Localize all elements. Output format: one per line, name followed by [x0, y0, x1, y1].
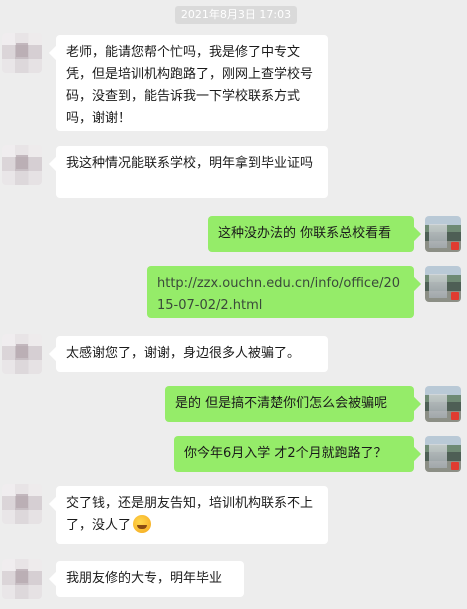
my-avatar[interactable] — [425, 266, 461, 302]
message-text: 我朋友修的大专，明年毕业 — [66, 571, 223, 586]
message-bubble-outgoing[interactable]: 是的 但是搞不清楚你们怎么会被骗呢 — [165, 386, 414, 422]
message-text: 太感谢您了，谢谢，身边很多人被骗了。 — [66, 346, 301, 361]
contact-avatar[interactable] — [2, 559, 42, 599]
message-text: 我这种情况能联系学校，明年拿到毕业证吗 — [66, 156, 314, 171]
message-text: 这种没办法的 你联系总校看看 — [218, 226, 392, 241]
contact-avatar[interactable] — [2, 334, 42, 374]
contact-avatar[interactable] — [2, 484, 42, 524]
timestamp-label: 2021年8月3日 17:03 — [175, 6, 297, 24]
message-text: 老师，能请您帮个忙吗，我是修了中专文凭，但是培训机构跑路了，刚网上查学校号码，没… — [66, 45, 314, 126]
message-bubble-outgoing[interactable]: 这种没办法的 你联系总校看看 — [208, 216, 414, 252]
message-text: 交了钱，还是朋友告知，培训机构联系不上了，没人了 — [66, 496, 314, 533]
message-bubble-incoming[interactable]: 老师，能请您帮个忙吗，我是修了中专文凭，但是培训机构跑路了，刚网上查学校号码，没… — [56, 35, 328, 131]
chat-window: 2021年8月3日 17:03 老师，能请您帮个忙吗，我是修了中专文凭，但是培训… — [0, 0, 467, 609]
facepalm-emoji-icon — [133, 515, 152, 533]
message-bubble-outgoing[interactable]: 你今年6月入学 才2个月就跑路了？ — [174, 436, 414, 472]
contact-avatar[interactable] — [2, 33, 42, 73]
my-avatar[interactable] — [425, 216, 461, 252]
message-bubble-outgoing[interactable]: http://zzx.ouchn.edu.cn/info/office/2015… — [147, 266, 414, 318]
message-bubble-incoming[interactable]: 交了钱，还是朋友告知，培训机构联系不上了，没人了 — [56, 486, 328, 544]
my-avatar[interactable] — [425, 386, 461, 422]
message-link[interactable]: http://zzx.ouchn.edu.cn/info/office/2015… — [157, 276, 400, 313]
message-text: 你今年6月入学 才2个月就跑路了？ — [184, 446, 387, 461]
my-avatar[interactable] — [425, 436, 461, 472]
message-bubble-incoming[interactable]: 太感谢您了，谢谢，身边很多人被骗了。 — [56, 336, 328, 372]
message-text: 是的 但是搞不清楚你们怎么会被骗呢 — [175, 396, 388, 411]
contact-avatar[interactable] — [2, 145, 42, 185]
message-bubble-incoming[interactable]: 我这种情况能联系学校，明年拿到毕业证吗 — [56, 146, 328, 198]
message-bubble-incoming[interactable]: 我朋友修的大专，明年毕业 — [56, 561, 244, 597]
